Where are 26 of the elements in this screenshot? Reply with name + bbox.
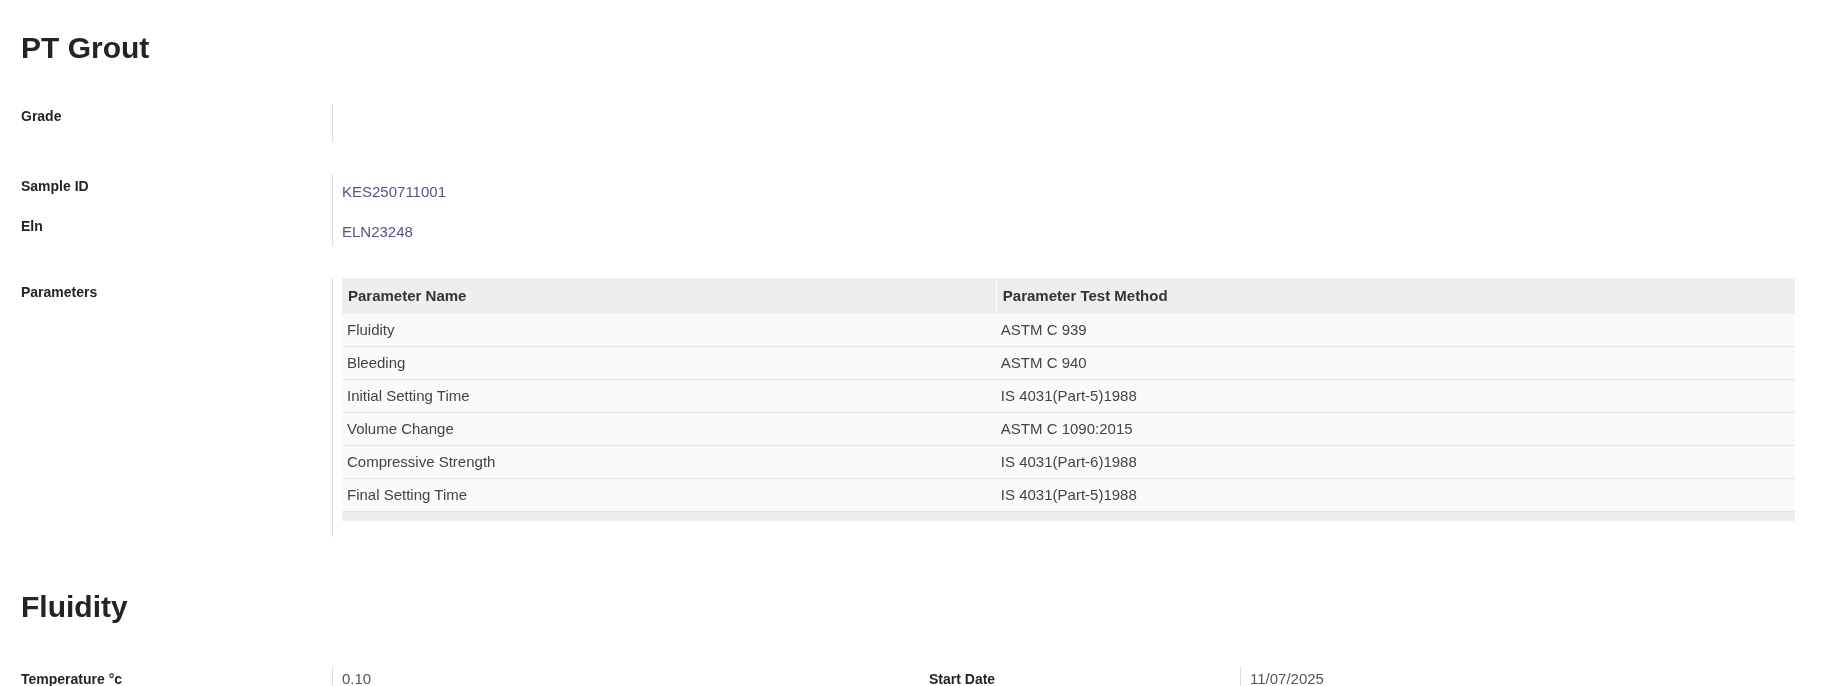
field-label: Sample ID bbox=[21, 177, 89, 196]
table-cell: Final Setting Time bbox=[347, 486, 468, 503]
field-link[interactable]: KES250711001 bbox=[342, 183, 446, 200]
field-link[interactable]: ELN23248 bbox=[342, 223, 413, 240]
table-cell: Volume Change bbox=[347, 420, 454, 437]
field-label: Temperature °c bbox=[21, 671, 123, 686]
table-cell: ASTM C 939 bbox=[1000, 321, 1087, 338]
field-value: 11/07/2025 bbox=[1250, 670, 1324, 686]
column-header: Parameter Test Method bbox=[1002, 285, 1168, 306]
table-cell: IS 4031(Part-6)1988 bbox=[1000, 453, 1137, 470]
table-cell: Initial Setting Time bbox=[347, 387, 470, 404]
table-cell: ASTM C 940 bbox=[1000, 354, 1087, 371]
field-label: Start Date bbox=[929, 671, 996, 686]
table-cell: ASTM C 1090:2015 bbox=[1000, 420, 1133, 437]
field-label: Grade bbox=[21, 107, 62, 126]
field-label: Eln bbox=[21, 217, 43, 236]
section-title: Fluidity bbox=[21, 589, 128, 625]
table-cell: Fluidity bbox=[347, 321, 395, 338]
page-title: PT Grout bbox=[21, 30, 150, 66]
table-cell: Bleeding bbox=[347, 354, 406, 371]
field-value: 0.10 bbox=[342, 670, 372, 686]
table-cell: Compressive Strength bbox=[347, 453, 496, 470]
column-header: Parameter Name bbox=[348, 285, 467, 306]
field-label: Parameters bbox=[21, 284, 98, 300]
table-cell: IS 4031(Part-5)1988 bbox=[1000, 486, 1137, 503]
table-cell: IS 4031(Part-5)1988 bbox=[1000, 387, 1137, 404]
